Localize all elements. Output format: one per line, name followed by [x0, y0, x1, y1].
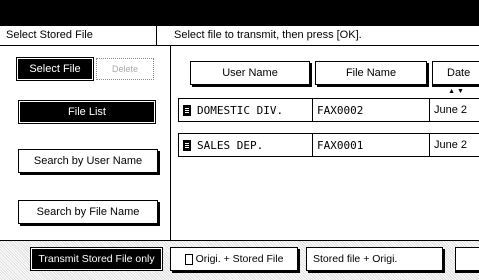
file-name-text: FAX0002	[317, 103, 364, 117]
date-text: June 2	[434, 104, 468, 116]
column-header-date[interactable]: Date	[432, 61, 479, 85]
screen-header: Select Stored File Select file to transm…	[0, 26, 479, 46]
stored-file-icon	[183, 139, 191, 151]
top-bar	[0, 0, 479, 26]
search-by-file-name-button[interactable]: Search by File Name	[18, 200, 158, 224]
original-plus-stored-file-button[interactable]: Origi. + Stored File	[170, 247, 298, 271]
file-name-text: FAX0001	[317, 138, 364, 152]
user-name-cell: SALES DEP.	[178, 133, 313, 157]
table-row[interactable]: SALES DEP. FAX0001 June 2	[178, 133, 479, 157]
file-name-cell: FAX0002	[312, 98, 430, 122]
search-user-label: Search by User Name	[33, 155, 143, 167]
column-header-user-name[interactable]: User Name	[190, 61, 310, 85]
date-cell: June 2	[429, 133, 479, 157]
stored-file-plus-original-button[interactable]: Stored file + Origi.	[306, 247, 443, 271]
user-name-text: SALES DEP.	[197, 138, 264, 152]
user-name-text: DOMESTIC DIV.	[197, 103, 284, 117]
orig-stored-label: Origi. + Stored File	[195, 253, 284, 265]
file-name-cell: FAX0001	[312, 133, 430, 157]
transmit-only-label: Transmit Stored File only	[38, 253, 155, 265]
document-icon	[184, 253, 193, 265]
date-cell: June 2	[429, 98, 479, 122]
sort-indicator: ▲▼	[448, 88, 466, 95]
date-text: June 2	[434, 139, 468, 151]
file-list-label: File List	[68, 106, 106, 118]
instruction-text: Select file to transmit, then press [OK]…	[174, 29, 362, 41]
stored-orig-label: Stored file + Origi.	[313, 253, 398, 265]
screen-title: Select Stored File	[6, 29, 93, 41]
ok-button-partial[interactable]	[455, 247, 479, 271]
stored-file-icon	[183, 104, 191, 116]
search-file-label: Search by File Name	[36, 206, 140, 218]
select-file-label: Select File	[29, 63, 81, 75]
column-header-user-label: User Name	[222, 67, 278, 79]
column-header-file-label: File Name	[345, 67, 397, 79]
header-divider	[156, 26, 157, 45]
select-file-button[interactable]: Select File	[16, 57, 94, 81]
search-by-user-name-button[interactable]: Search by User Name	[18, 149, 158, 173]
delete-button[interactable]: Delete	[96, 58, 154, 80]
sort-arrows-icon[interactable]: ▲▼	[437, 86, 477, 95]
panel-divider	[170, 46, 171, 240]
delete-label: Delete	[111, 64, 138, 74]
column-header-date-label: Date	[447, 67, 471, 79]
file-list-button[interactable]: File List	[18, 100, 156, 124]
user-name-cell: DOMESTIC DIV.	[178, 98, 313, 122]
transmit-stored-file-only-button[interactable]: Transmit Stored File only	[30, 247, 163, 271]
column-header-file-name[interactable]: File Name	[315, 61, 427, 85]
table-row[interactable]: DOMESTIC DIV. FAX0002 June 2	[178, 98, 479, 122]
